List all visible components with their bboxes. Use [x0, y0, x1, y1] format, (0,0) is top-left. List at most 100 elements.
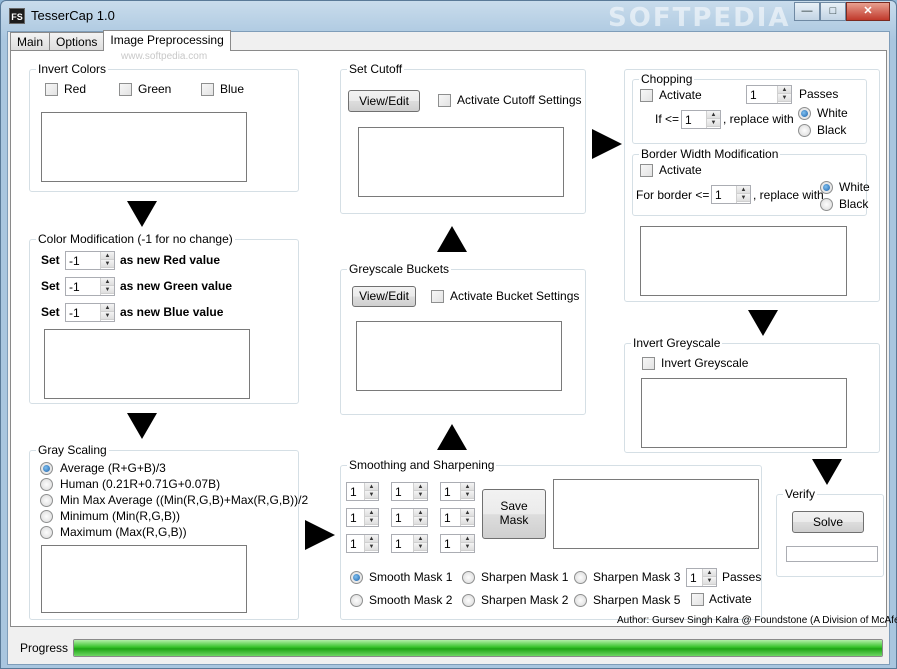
smoothing-passes-spinner[interactable]: 1 ▲ ▼ [686, 568, 717, 587]
chopping-if-spinner[interactable]: 1 ▲ ▼ [681, 110, 721, 129]
tab-image-preprocessing[interactable]: Image Preprocessing [103, 30, 231, 51]
mask-cell-6[interactable]: 1 ▲ ▼ [440, 508, 475, 527]
mask-cell-3[interactable]: 1 ▲ ▼ [440, 482, 475, 501]
mask-cell-1[interactable]: 1 ▲ ▼ [346, 482, 379, 501]
border-white-radio[interactable] [820, 181, 833, 194]
invert-blue-checkbox[interactable] [201, 83, 214, 96]
spin-down-icon[interactable]: ▼ [707, 119, 720, 127]
solve-button[interactable]: Solve [792, 511, 864, 533]
spin-down-icon[interactable]: ▼ [414, 491, 427, 499]
chopping-passes-spinner[interactable]: 1 ▲ ▼ [746, 85, 792, 104]
border-width-title: Border Width Modification [639, 147, 781, 161]
spin-down-icon[interactable]: ▼ [365, 543, 378, 551]
sharpen-mask-2-radio[interactable] [462, 594, 475, 607]
spin-up-icon[interactable]: ▲ [461, 509, 474, 517]
arrow-down-3 [748, 310, 778, 336]
invert-greyscale-checkbox[interactable] [642, 357, 655, 370]
border-activate-checkbox[interactable] [640, 164, 653, 177]
spin-down-icon[interactable]: ▼ [414, 543, 427, 551]
softpedia-url-watermark: www.softpedia.com [121, 51, 208, 62]
save-mask-label-1: Save [500, 499, 528, 513]
invert-colors-group: Invert Colors Red Green Blue [29, 62, 299, 192]
spin-down-icon[interactable]: ▼ [778, 94, 791, 102]
spin-down-icon[interactable]: ▼ [365, 491, 378, 499]
smoothing-activate-checkbox[interactable] [691, 593, 704, 606]
mask-cell-5[interactable]: 1 ▲ ▼ [391, 508, 428, 527]
chopping-black-radio[interactable] [798, 124, 811, 137]
mask-cell-value: 1 [444, 511, 451, 525]
spin-up-icon[interactable]: ▲ [737, 186, 750, 194]
spin-up-icon[interactable]: ▲ [414, 535, 427, 543]
activate-buckets-checkbox[interactable] [431, 290, 444, 303]
save-mask-button[interactable]: Save Mask [482, 489, 546, 539]
spin-up-icon[interactable]: ▲ [414, 509, 427, 517]
spin-up-icon[interactable]: ▲ [101, 252, 114, 260]
chopping-black-label: Black [817, 123, 847, 137]
verify-result-input[interactable] [786, 546, 878, 562]
invert-green-checkbox[interactable] [119, 83, 132, 96]
border-black-radio[interactable] [820, 198, 833, 211]
spin-up-icon[interactable]: ▲ [101, 304, 114, 312]
border-black-label: Black [839, 197, 869, 211]
close-button[interactable]: ✕ [846, 2, 890, 21]
smooth-mask-2-radio[interactable] [350, 594, 363, 607]
spin-down-icon[interactable]: ▼ [461, 517, 474, 525]
spin-down-icon[interactable]: ▼ [703, 577, 716, 585]
spin-up-icon[interactable]: ▲ [461, 535, 474, 543]
gray-maximum-radio[interactable] [40, 526, 53, 539]
tab-options[interactable]: Options [49, 32, 105, 51]
spin-up-icon[interactable]: ▲ [365, 535, 378, 543]
spin-down-icon[interactable]: ▼ [101, 260, 114, 268]
spin-up-icon[interactable]: ▲ [365, 509, 378, 517]
buckets-view-edit-button[interactable]: View/Edit [352, 286, 416, 307]
spin-down-icon[interactable]: ▼ [461, 491, 474, 499]
minimize-button[interactable]: — [794, 2, 820, 21]
chopping-activate-label: Activate [659, 88, 702, 102]
gray-maximum-label: Maximum (Max(R,G,B)) [60, 525, 187, 539]
smooth-mask-1-radio[interactable] [350, 571, 363, 584]
author-credit: Author: Gursev Singh Kalra @ Foundstone … [617, 615, 897, 626]
mask-cell-8[interactable]: 1 ▲ ▼ [391, 534, 428, 553]
mask-cell-9[interactable]: 1 ▲ ▼ [440, 534, 475, 553]
sharpen-mask-1-radio[interactable] [462, 571, 475, 584]
spin-up-icon[interactable]: ▲ [414, 483, 427, 491]
activate-cutoff-checkbox[interactable] [438, 94, 451, 107]
chopping-replace-label: , replace with [723, 112, 794, 126]
red-value-spinner[interactable]: -1 ▲ ▼ [65, 251, 115, 270]
spin-up-icon[interactable]: ▲ [365, 483, 378, 491]
title-bar[interactable]: FS TesserCap 1.0 SOFTPEDIA — □ ✕ [1, 1, 896, 33]
progress-fill [74, 640, 882, 656]
mask-cell-7[interactable]: 1 ▲ ▼ [346, 534, 379, 553]
gray-minimum-radio[interactable] [40, 510, 53, 523]
spin-down-icon[interactable]: ▼ [101, 286, 114, 294]
maximize-button[interactable]: □ [820, 2, 846, 21]
gray-minmax-radio[interactable] [40, 494, 53, 507]
spin-up-icon[interactable]: ▲ [707, 111, 720, 119]
spin-up-icon[interactable]: ▲ [461, 483, 474, 491]
border-value-spinner[interactable]: 1 ▲ ▼ [711, 185, 751, 204]
chopping-white-radio[interactable] [798, 107, 811, 120]
chopping-activate-checkbox[interactable] [640, 89, 653, 102]
mask-cell-2[interactable]: 1 ▲ ▼ [391, 482, 428, 501]
gray-average-radio[interactable] [40, 462, 53, 475]
tab-main[interactable]: Main [10, 32, 51, 51]
spin-up-icon[interactable]: ▲ [101, 278, 114, 286]
border-width-group: Border Width Modification Activate For b… [632, 147, 870, 216]
sharpen-mask-5-radio[interactable] [574, 594, 587, 607]
set-cutoff-group: Set Cutoff View/Edit Activate Cutoff Set… [340, 62, 586, 214]
blue-value-spinner[interactable]: -1 ▲ ▼ [65, 303, 115, 322]
spin-down-icon[interactable]: ▼ [414, 517, 427, 525]
invert-red-checkbox[interactable] [45, 83, 58, 96]
mask-cell-4[interactable]: 1 ▲ ▼ [346, 508, 379, 527]
spin-down-icon[interactable]: ▼ [101, 312, 114, 320]
cutoff-view-edit-button[interactable]: View/Edit [348, 90, 420, 112]
gray-human-radio[interactable] [40, 478, 53, 491]
spin-down-icon[interactable]: ▼ [737, 194, 750, 202]
chopping-title: Chopping [639, 72, 695, 86]
spin-up-icon[interactable]: ▲ [778, 86, 791, 94]
green-value-spinner[interactable]: -1 ▲ ▼ [65, 277, 115, 296]
spin-up-icon[interactable]: ▲ [703, 569, 716, 577]
spin-down-icon[interactable]: ▼ [365, 517, 378, 525]
spin-down-icon[interactable]: ▼ [461, 543, 474, 551]
sharpen-mask-3-radio[interactable] [574, 571, 587, 584]
